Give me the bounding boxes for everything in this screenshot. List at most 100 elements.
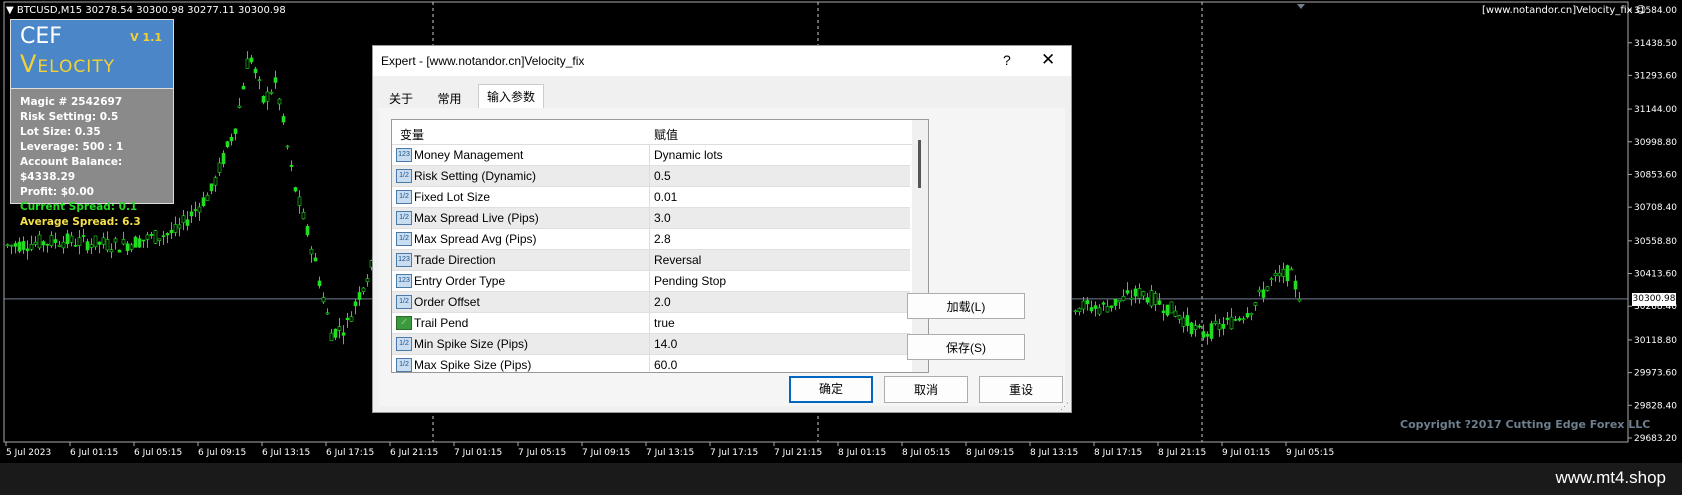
time-tick-label: 6 Jul 21:15 [390,448,438,458]
double-type-icon: 1/2 [396,295,412,309]
parameter-row[interactable]: 123 Trade Direction Reversal [392,250,910,271]
parameter-value[interactable]: Pending Stop [654,274,726,288]
ok-button[interactable]: 确定 [789,376,873,403]
price-tick-label: 30413.60 [1634,270,1677,280]
parameter-value[interactable]: 0.5 [654,169,671,183]
candle-body [353,301,358,307]
time-tick-label: 8 Jul 01:15 [838,448,886,458]
candle-body [213,177,218,186]
expert-properties-dialog: Expert - [www.notandor.cn]Velocity_fix ?… [372,45,1072,413]
resize-grip-icon[interactable]: ⋰ [1060,401,1069,412]
candle-body [1237,318,1242,321]
column-variable[interactable]: 变量 [400,126,424,143]
candle-body [85,241,90,251]
candle-body [25,248,30,252]
candle-body [57,244,62,247]
candle-body [313,257,318,262]
parameter-row[interactable]: 1/2 Order Offset 2.0 [392,292,910,313]
price-tick-label: 30998.80 [1634,138,1677,148]
time-tick-label: 8 Jul 21:15 [1158,448,1206,458]
candle-body [137,238,142,248]
time-tick-label: 9 Jul 01:15 [1222,448,1270,458]
cancel-button[interactable]: 取消 [884,376,968,403]
candle-body [101,237,106,245]
candle-body [1225,317,1230,320]
candle-body [1245,313,1250,318]
parameter-value[interactable]: Dynamic lots [654,148,723,162]
parameter-row[interactable]: 1/2 Max Spread Live (Pips) 3.0 [392,208,910,229]
parameter-row[interactable]: 1/2 Max Spike Size (Pips) 60.0 [392,355,910,372]
tab-inputs[interactable]: 输入参数 [477,84,544,111]
candle-body [89,244,94,248]
tab-common[interactable]: 常用 [429,88,469,110]
candle-body [1241,318,1246,321]
parameter-row[interactable]: 123 Money Management Dynamic lots [392,145,910,166]
parameter-value[interactable]: 14.0 [654,337,677,351]
tab-about[interactable]: 关于 [381,88,421,110]
candle-body [1229,316,1234,330]
parameter-value[interactable]: 0.01 [654,190,677,204]
candle-body [321,297,326,303]
parameter-value[interactable]: true [654,316,675,330]
parameter-value[interactable]: 2.8 [654,232,671,246]
dialog-tabs: 关于 常用 输入参数 [381,84,548,111]
parameter-row[interactable]: 1/2 Min Spike Size (Pips) 14.0 [392,334,910,355]
risk-setting: Risk Setting: 0.5 [20,111,119,123]
ea-info-panel: CEF Velocity V 1.1 Magic # 2542697 Risk … [10,19,174,228]
candle-body [201,197,206,207]
parameter-row[interactable]: 123 Entry Order Type Pending Stop [392,271,910,292]
candle-body [297,196,302,206]
parameter-row[interactable]: ⟋ Trail Pend true [392,313,910,334]
copyright-text: Copyright ?2017 Cutting Edge Forex LLC [1400,418,1651,431]
double-type-icon: 1/2 [396,358,412,372]
collapse-triangle-icon[interactable]: ▼ [6,5,17,16]
candle-body [157,238,162,241]
candle-body [1281,268,1286,278]
magic-number: Magic # 2542697 [20,96,123,108]
parameter-value[interactable]: Reversal [654,253,701,267]
candle-body [65,233,70,245]
candle-body [169,229,174,234]
parameter-row[interactable]: 1/2 Risk Setting (Dynamic) 0.5 [392,166,910,187]
column-divider [649,271,650,291]
candle-body [337,326,342,331]
double-type-icon: 1/2 [396,169,412,183]
candle-body [1249,313,1254,316]
parameter-name: Trade Direction [414,253,496,267]
candle-body [1269,278,1274,280]
candle-body [77,237,82,246]
help-icon[interactable]: ? [1003,52,1011,68]
candle-body [141,239,146,242]
dialog-titlebar[interactable]: Expert - [www.notandor.cn]Velocity_fix ?… [373,46,1071,76]
candle-body [49,235,54,246]
candle-body [1157,300,1162,305]
candle-body [1161,310,1166,314]
candle-body [269,91,274,94]
reset-button[interactable]: 重设 [979,376,1063,403]
candle-body [1201,331,1206,338]
column-value[interactable]: 赋值 [654,126,678,143]
parameter-row[interactable]: 1/2 Fixed Lot Size 0.01 [392,187,910,208]
load-button[interactable]: 加载(L) [907,293,1025,319]
time-tick-label: 7 Jul 01:15 [454,448,502,458]
time-tick-label: 7 Jul 09:15 [582,448,630,458]
candle-body [237,105,242,108]
candle-body [1209,323,1214,339]
parameter-value[interactable]: 3.0 [654,211,671,225]
save-button[interactable]: 保存(S) [907,334,1025,360]
scrollbar-thumb[interactable] [918,140,921,188]
parameter-row[interactable]: 1/2 Max Spread Avg (Pips) 2.8 [392,229,910,250]
cef-velocity-logo: CEF Velocity V 1.1 [10,19,174,89]
time-tick-label: 7 Jul 05:15 [518,448,566,458]
time-tick-label: 6 Jul 05:15 [134,448,182,458]
close-icon[interactable]: ✕ [1041,50,1055,70]
candle-body [1085,300,1090,305]
candle-body [1289,268,1294,271]
candle-body [45,243,50,246]
candle-body [289,164,294,167]
parameter-value[interactable]: 60.0 [654,358,677,372]
ea-stats: Magic # 2542697 Risk Setting: 0.5 Lot Si… [10,89,174,228]
price-tick-label: 29683.20 [1634,434,1677,444]
time-tick-label: 8 Jul 09:15 [966,448,1014,458]
parameter-value[interactable]: 2.0 [654,295,671,309]
